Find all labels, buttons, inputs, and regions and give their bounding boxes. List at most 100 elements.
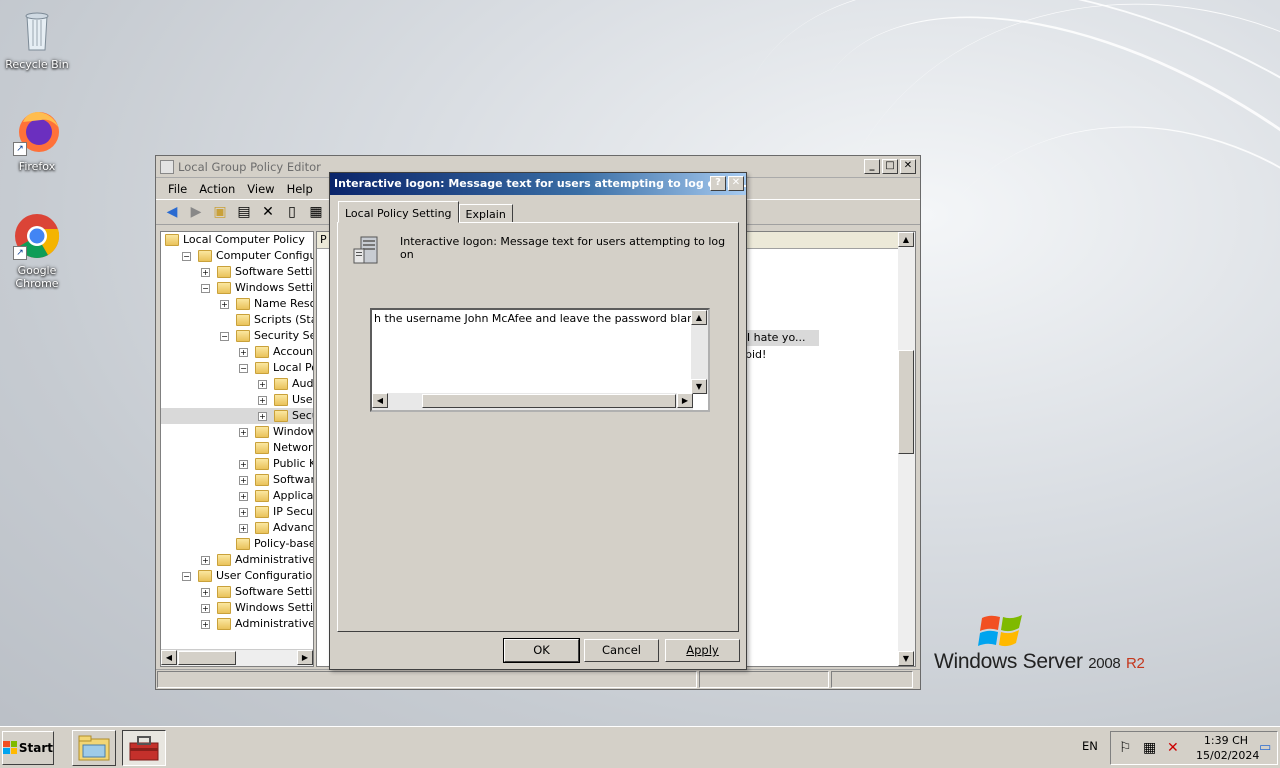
expand-icon[interactable]: +: [258, 396, 267, 405]
export-list-icon[interactable]: ▦: [306, 203, 326, 221]
tab-local-policy-setting[interactable]: Local Policy Setting: [338, 201, 459, 223]
expand-icon[interactable]: +: [239, 508, 248, 517]
tree-item[interactable]: + User Ri: [161, 392, 313, 408]
tree-item[interactable]: + Public Key I: [161, 456, 313, 472]
menu-view[interactable]: View: [241, 182, 280, 196]
collapse-icon[interactable]: −: [201, 284, 210, 293]
help-button[interactable]: ?: [710, 176, 726, 191]
network-icon[interactable]: ▦: [1143, 740, 1156, 756]
show-hide-tree-icon[interactable]: ▤: [234, 203, 254, 221]
scroll-left-button[interactable]: ◀: [161, 650, 177, 665]
collapse-icon[interactable]: −: [220, 332, 229, 341]
scroll-left-button[interactable]: ◀: [372, 393, 388, 408]
tree-item[interactable]: + Software R: [161, 472, 313, 488]
close-button[interactable]: ✕: [900, 159, 916, 174]
list-vertical-scrollbar[interactable]: ▲ ▼: [898, 232, 915, 666]
menu-file[interactable]: File: [162, 182, 193, 196]
list-row[interactable]: pid!: [745, 347, 766, 363]
textbox-scroll-thumb[interactable]: [422, 394, 676, 408]
properties-icon[interactable]: ▯: [282, 203, 302, 221]
expand-icon[interactable]: +: [220, 300, 229, 309]
recycle-bin-icon[interactable]: Recycle Bin: [0, 6, 74, 71]
delete-icon[interactable]: ✕: [258, 203, 278, 221]
menu-help[interactable]: Help: [281, 182, 319, 196]
scroll-up-button[interactable]: ▲: [898, 232, 914, 247]
collapse-icon[interactable]: −: [182, 572, 191, 581]
chrome-shortcut[interactable]: ↗ Google Chrome: [0, 212, 74, 290]
maximize-button[interactable]: □: [882, 159, 898, 174]
expand-icon[interactable]: +: [201, 620, 210, 629]
expand-icon[interactable]: +: [239, 492, 248, 501]
menu-action[interactable]: Action: [193, 182, 241, 196]
expand-icon[interactable]: +: [239, 524, 248, 533]
list-scroll-thumb[interactable]: [898, 350, 914, 454]
clock[interactable]: 1:39 CH 15/02/2024: [1196, 733, 1259, 763]
tree-horizontal-scrollbar[interactable]: ◀ ▶: [161, 649, 313, 666]
dialog-close-button[interactable]: ✕: [728, 176, 744, 191]
expand-icon[interactable]: +: [258, 412, 267, 421]
up-folder-icon[interactable]: ▣: [210, 203, 230, 221]
tab-explain[interactable]: Explain: [458, 204, 513, 223]
expand-icon[interactable]: +: [239, 476, 248, 485]
tree-item[interactable]: − User Configuration: [161, 568, 313, 584]
tree-item[interactable]: Local Computer Policy: [161, 232, 313, 248]
tree-item[interactable]: + IP Security: [161, 504, 313, 520]
expand-icon[interactable]: +: [239, 348, 248, 357]
tree-item[interactable]: − Local Polici: [161, 360, 313, 376]
back-arrow-icon[interactable]: ◀: [162, 203, 182, 221]
collapse-icon[interactable]: −: [239, 364, 248, 373]
expand-icon[interactable]: +: [201, 604, 210, 613]
tree-scroll-thumb[interactable]: [178, 651, 236, 665]
scroll-down-button[interactable]: ▼: [691, 379, 707, 394]
expand-icon[interactable]: +: [201, 556, 210, 565]
start-button[interactable]: Start: [2, 731, 54, 765]
collapse-icon[interactable]: −: [182, 252, 191, 261]
expand-icon[interactable]: +: [201, 268, 210, 277]
tree-item[interactable]: + Advanced ,: [161, 520, 313, 536]
message-text-field[interactable]: h the username John McAfee and leave the…: [370, 308, 710, 412]
textbox-vertical-scrollbar[interactable]: ▲ ▼: [691, 310, 708, 394]
tree-item[interactable]: + Administrative Tem: [161, 616, 313, 632]
policy-name: Interactive logon: Message text for user…: [400, 235, 726, 261]
volume-muted-icon[interactable]: ✕: [1167, 740, 1179, 756]
scroll-right-button[interactable]: ▶: [297, 650, 313, 665]
tree-item[interactable]: + Software Settings: [161, 264, 313, 280]
policy-tree[interactable]: Local Computer Policy − Computer Configura…: [160, 231, 314, 667]
cancel-button[interactable]: Cancel: [584, 639, 659, 662]
language-indicator[interactable]: EN: [1082, 739, 1098, 753]
dialog-title-bar[interactable]: Interactive logon: Message text for user…: [330, 173, 746, 195]
tree-item[interactable]: Scripts (Startup: [161, 312, 313, 328]
scroll-right-button[interactable]: ▶: [677, 393, 693, 408]
tree-item[interactable]: Policy-based Q: [161, 536, 313, 552]
expand-icon[interactable]: +: [201, 588, 210, 597]
tree-item[interactable]: + Software Settings: [161, 584, 313, 600]
tree-item[interactable]: + Windows Settings: [161, 600, 313, 616]
tree-item[interactable]: + Application: [161, 488, 313, 504]
tree-item[interactable]: + Audit P: [161, 376, 313, 392]
firefox-shortcut[interactable]: ↗ Firefox: [0, 108, 74, 173]
minimize-button[interactable]: _: [864, 159, 880, 174]
scroll-up-button[interactable]: ▲: [691, 310, 707, 325]
forward-arrow-icon[interactable]: ▶: [186, 203, 206, 221]
tree-item[interactable]: − Computer Configuratio: [161, 248, 313, 264]
expand-icon[interactable]: +: [239, 428, 248, 437]
tree-item[interactable]: − Security Settin: [161, 328, 313, 344]
tree-item[interactable]: + Account Po: [161, 344, 313, 360]
show-desktop-icon[interactable]: ▭: [1259, 740, 1271, 755]
tree-item[interactable]: + Securit: [161, 408, 313, 424]
expand-icon[interactable]: +: [258, 380, 267, 389]
tree-item[interactable]: − Windows Settings: [161, 280, 313, 296]
list-row-highlighted[interactable]: ! I hate yo...: [739, 330, 819, 346]
tree-item[interactable]: Network Lis: [161, 440, 313, 456]
apply-button[interactable]: Apply: [665, 639, 740, 662]
expand-icon[interactable]: +: [239, 460, 248, 469]
tree-item[interactable]: + Name Resolutio: [161, 296, 313, 312]
tree-item[interactable]: + Windows F: [161, 424, 313, 440]
textbox-horizontal-scrollbar[interactable]: ◀ ▶: [372, 393, 693, 410]
taskbar-gpedit-button[interactable]: [122, 730, 166, 766]
ok-button[interactable]: OK: [503, 638, 580, 663]
tree-item[interactable]: + Administrative Tem: [161, 552, 313, 568]
taskbar-explorer-button[interactable]: [72, 730, 116, 766]
action-center-flag-icon[interactable]: ⚐: [1119, 740, 1132, 756]
scroll-down-button[interactable]: ▼: [898, 651, 914, 666]
